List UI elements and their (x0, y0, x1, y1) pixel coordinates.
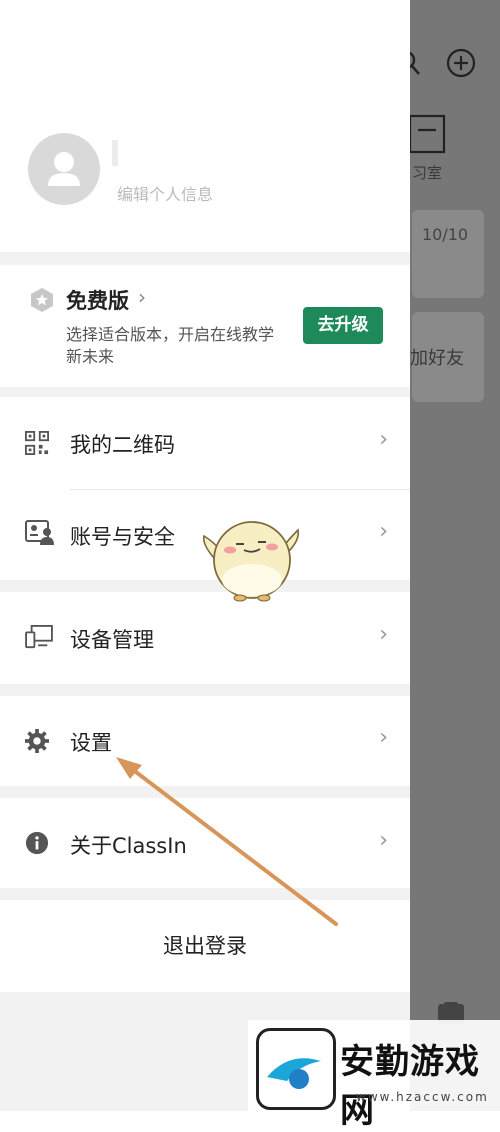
qr-code-label: 我的二维码 (70, 433, 175, 457)
watermark: 安勤游戏网 www.hzaccw.com (248, 1020, 500, 1131)
logout-button[interactable]: 退出登录 (0, 900, 410, 992)
avatar[interactable] (28, 133, 100, 205)
logout-panel: 退出登录 (0, 900, 410, 992)
settings-label: 设置 (70, 731, 112, 755)
menu-group-about: 关于ClassIn › (0, 798, 410, 888)
upgrade-button[interactable]: 去升级 (303, 307, 383, 344)
menu-item-settings[interactable]: 设置 › (0, 696, 410, 786)
qr-code-icon (25, 431, 49, 455)
plan-panel: 免费版 › 选择适合版本，开启在线教学新未来 去升级 (0, 265, 410, 387)
add-friend-text[interactable]: 加好友 (410, 344, 464, 370)
background-card[interactable] (412, 210, 484, 298)
chevron-right-icon: › (379, 622, 388, 647)
status-bar (0, 28, 410, 48)
menu-item-qr-code[interactable]: 我的二维码 › (0, 397, 410, 489)
menu-group-devices: 设备管理 › (0, 592, 410, 684)
watermark-logo-icon (267, 1058, 321, 1089)
plan-description: 选择适合版本，开启在线教学新未来 (66, 325, 275, 366)
device-management-label: 设备管理 (70, 628, 154, 652)
watermark-logo (256, 1028, 336, 1110)
progress-text: 10/10 (422, 225, 469, 244)
add-icon[interactable] (446, 48, 476, 78)
devices-icon (25, 625, 53, 649)
menu-item-about[interactable]: 关于ClassIn › (0, 798, 410, 888)
menu-item-device-management[interactable]: 设备管理 › (0, 592, 410, 684)
gear-icon (25, 729, 49, 753)
study-room-icon[interactable] (408, 112, 448, 156)
chevron-right-icon: › (379, 828, 388, 853)
hexagon-star-icon (31, 288, 53, 312)
username-blurred (112, 140, 118, 166)
id-card-icon (25, 520, 54, 545)
chevron-right-icon: › (379, 427, 388, 452)
profile-header[interactable]: 编辑个人信息 (0, 0, 410, 252)
account-security-label: 账号与安全 (70, 525, 175, 549)
chevron-right-icon: › (379, 519, 388, 544)
chick-mascot-sticker (202, 521, 300, 602)
about-label: 关于ClassIn (70, 834, 187, 858)
plan-title[interactable]: 免费版 (66, 285, 129, 315)
study-room-label: 习室 (412, 164, 443, 182)
watermark-brand: 安勤游戏网 (340, 1042, 480, 1131)
info-icon (25, 831, 49, 855)
chevron-right-icon: › (379, 725, 388, 750)
plan-chevron-icon[interactable]: › (138, 285, 146, 309)
watermark-url: www.hzaccw.com (356, 1090, 489, 1104)
user-icon (48, 152, 80, 186)
edit-profile-link[interactable]: 编辑个人信息 (117, 181, 213, 205)
menu-group-settings: 设置 › (0, 696, 410, 786)
